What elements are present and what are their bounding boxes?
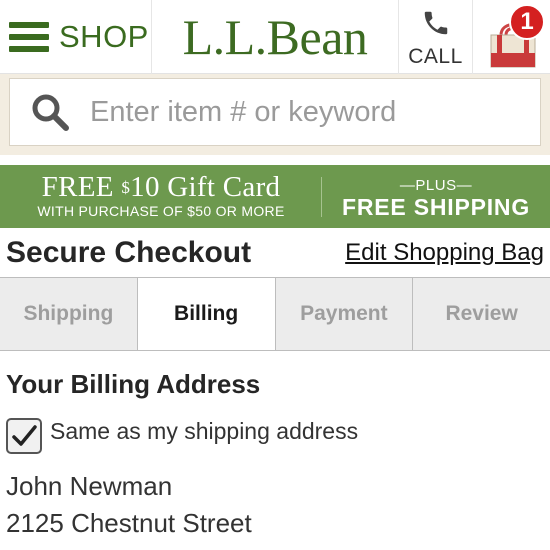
billing-name: John Newman [6,471,173,501]
promo-plus: —PLUS— [399,177,473,194]
same-as-shipping-checkbox[interactable] [6,418,42,454]
step-review[interactable]: Review [413,278,550,350]
same-as-shipping-label[interactable]: Same as my shipping address [50,418,358,445]
call-label: CALL [408,45,463,68]
same-as-shipping-row[interactable]: Same as my shipping address [6,418,358,454]
edit-shopping-bag-link[interactable]: Edit Shopping Bag [345,239,544,267]
step-payment[interactable]: Payment [275,278,414,350]
page-title: Secure Checkout [6,236,252,269]
billing-address-heading: Your Billing Address [6,369,261,399]
search-band [0,74,550,155]
llbean-logo[interactable]: L.L.Bean [152,0,398,74]
checkmark-icon [12,425,37,446]
site-header: SHOP L.L.Bean CALL [0,0,550,74]
shop-label: SHOP [59,19,149,54]
gift-card-condition: WITH PURCHASE OF $50 OR MORE [37,203,285,219]
search-input[interactable] [90,95,510,129]
free-shipping-label: FREE SHIPPING [341,194,531,220]
billing-street: 2125 Chestnut Street [6,508,252,538]
hamburger-menu-icon [9,22,49,52]
call-button[interactable]: CALL [398,0,473,74]
search-icon[interactable] [30,92,70,132]
checkout-title-row: Secure Checkout Edit Shopping Bag [0,228,550,278]
checkout-steps: Shipping Billing Payment Review [0,277,550,351]
free-shipping-offer: —PLUS— FREE SHIPPING [322,165,550,228]
logo-text: L.L.Bean [182,9,368,65]
search-box[interactable] [9,78,541,146]
cart-count-badge: 1 [509,4,545,40]
step-billing[interactable]: Billing [137,278,276,350]
gift-card-headline: FREE $10 Gift Card [41,171,281,203]
shop-menu-button[interactable]: SHOP [0,0,152,74]
step-shipping[interactable]: Shipping [0,278,138,350]
promo-banner[interactable]: FREE $10 Gift Card WITH PURCHASE OF $50 … [0,165,550,228]
gift-card-offer: FREE $10 Gift Card WITH PURCHASE OF $50 … [0,165,322,228]
phone-icon [424,11,447,35]
